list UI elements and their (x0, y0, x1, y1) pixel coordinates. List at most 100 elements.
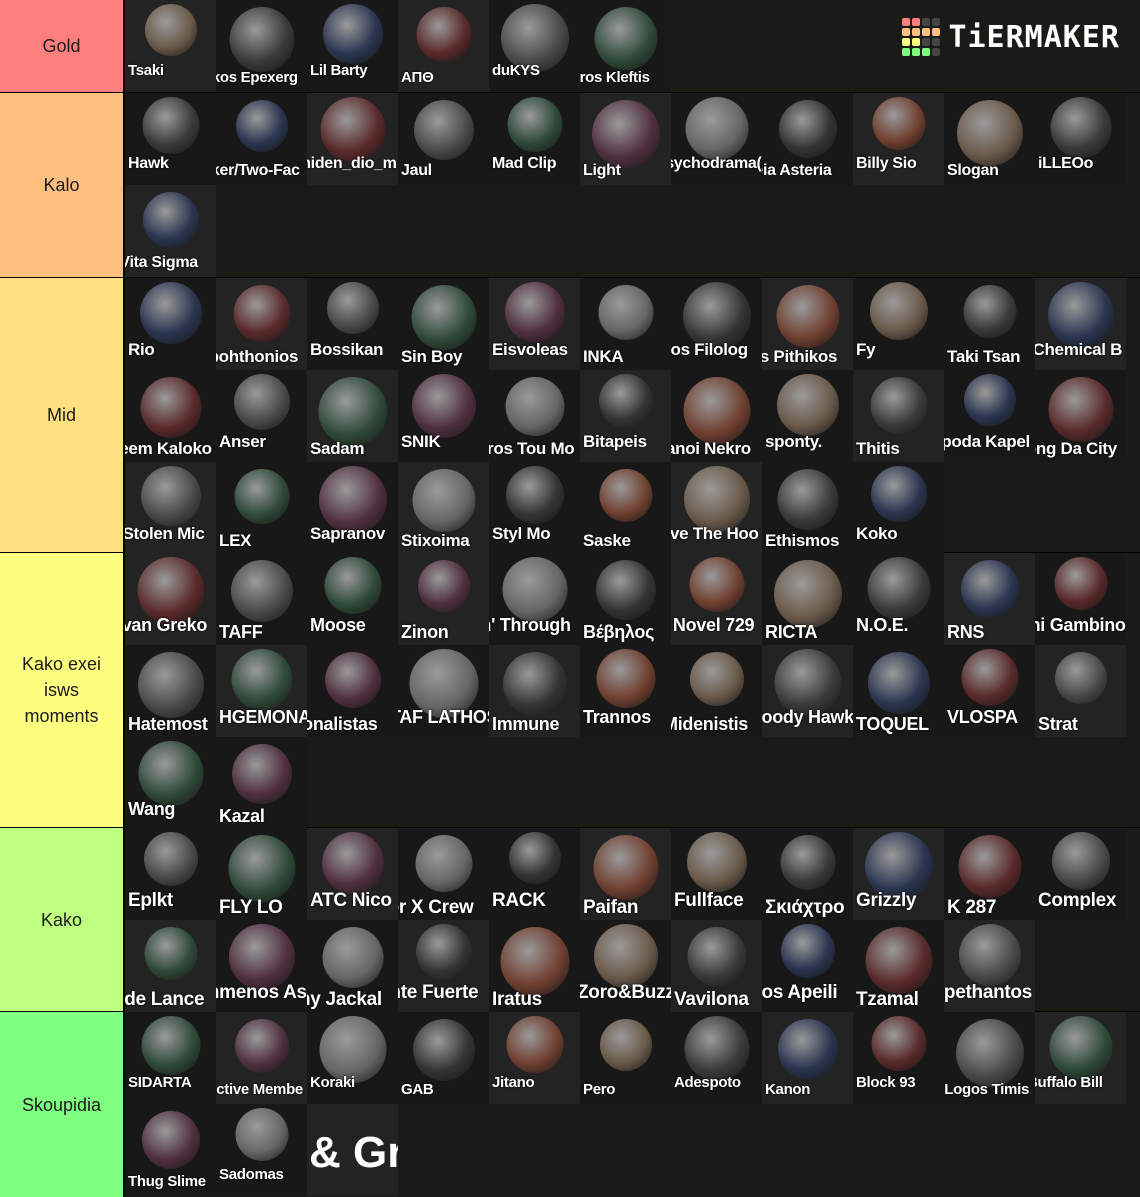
artist-tile[interactable]: Slogan (944, 93, 1035, 185)
artist-tile[interactable]: Rio (125, 278, 216, 370)
artist-tile[interactable]: Saske (580, 462, 671, 554)
artist-tile[interactable]: Stolen Mic (125, 462, 216, 554)
artist-tile[interactable]: TAFF (216, 553, 307, 645)
artist-tile[interactable]: Ethismos (762, 462, 853, 554)
artist-tile[interactable]: egros Tou Mo (489, 370, 580, 462)
artist-tile[interactable]: Thitis (853, 370, 944, 462)
artist-tile[interactable]: Fer de Lance (125, 920, 216, 1012)
artist-tile[interactable]: & Gr (307, 1104, 398, 1196)
artist-tile[interactable]: Novel 729 (671, 553, 762, 645)
artist-tile[interactable]: Thug Slime (125, 1104, 216, 1196)
artist-tile[interactable]: Moose (307, 553, 398, 645)
artist-tile[interactable]: Midenistis (671, 645, 762, 737)
artist-tile[interactable]: ikos Epexerg (216, 0, 307, 92)
artist-tile[interactable]: Lil Barty (307, 0, 398, 92)
artist-tile[interactable]: Sadomas (216, 1104, 307, 1196)
artist-tile[interactable]: Kanon (762, 1012, 853, 1104)
artist-tile[interactable]: Hatemost (125, 645, 216, 737)
artist-tile[interactable]: Dani Gambino (1035, 553, 1126, 645)
tier-label[interactable]: Gold (0, 0, 123, 92)
artist-tile[interactable]: TAF LATHOS (398, 645, 489, 737)
artist-tile[interactable]: Pero (580, 1012, 671, 1104)
artist-tile[interactable]: Zinon (398, 553, 489, 645)
artist-tile[interactable]: Ipohthonios (216, 278, 307, 370)
artist-tile[interactable]: Strat (1035, 645, 1126, 737)
artist-tile[interactable]: Ivan Greko (125, 553, 216, 645)
artist-tile[interactable]: oker/Two-Fac (216, 93, 307, 185)
artist-tile[interactable]: Kazal (216, 737, 307, 829)
artist-tile[interactable]: RICTA (762, 553, 853, 645)
artist-tile[interactable]: Paifan (580, 828, 671, 920)
artist-tile[interactable]: Σκιάχτρο (762, 828, 853, 920)
artist-tile[interactable]: Chemical B (1035, 278, 1126, 370)
tier-label[interactable]: Kako (0, 828, 123, 1011)
artist-tile[interactable]: Buffalo Bill (1035, 1012, 1126, 1104)
tier-label[interactable]: Kalo (0, 93, 123, 277)
artist-tile[interactable]: Trannos (580, 645, 671, 737)
artist-tile[interactable]: Eisvoleas (489, 278, 580, 370)
artist-tile[interactable]: osodos Filolog (671, 278, 762, 370)
artist-tile[interactable]: Bong Da City (1035, 370, 1126, 462)
tier-label[interactable]: Mid (0, 278, 123, 552)
artist-tile[interactable]: VLOSPA (944, 645, 1035, 737)
artist-tile[interactable]: niden_dio_m (307, 93, 398, 185)
artist-tile[interactable]: sychodrama( (671, 93, 762, 185)
artist-tile[interactable]: Koko (853, 462, 944, 554)
artist-tile[interactable]: Bitapeis (580, 370, 671, 462)
artist-tile[interactable]: TOQUEL (853, 645, 944, 737)
artist-tile[interactable]: Jaul (398, 93, 489, 185)
artist-tile[interactable]: Koraki (307, 1012, 398, 1104)
artist-tile[interactable]: Logos Timis (944, 1012, 1035, 1104)
artist-tile[interactable]: Mente Fuerte (398, 920, 489, 1012)
artist-tile[interactable]: Rationalistas (307, 645, 398, 737)
artist-tile[interactable]: Billy Sio (853, 93, 944, 185)
artist-tile[interactable]: Fy (853, 278, 944, 370)
artist-tile[interactable]: Logos Apeili (762, 920, 853, 1012)
artist-tile[interactable]: SIDARTA (125, 1012, 216, 1104)
artist-tile[interactable]: Fi Vita Sigma (125, 185, 216, 277)
artist-tile[interactable]: SNIK (398, 370, 489, 462)
artist-tile[interactable]: Terror X Crew (398, 828, 489, 920)
artist-tile[interactable]: GAB (398, 1012, 489, 1104)
artist-tile[interactable]: Apethantos (944, 920, 1035, 1012)
artist-tile[interactable]: mmenos Ass (216, 920, 307, 1012)
artist-tile[interactable]: LEX (216, 462, 307, 554)
artist-tile[interactable]: RNS (944, 553, 1035, 645)
artist-tile[interactable]: ΑΠΘ (398, 0, 489, 92)
artist-tile[interactable]: K 287 (944, 828, 1035, 920)
artist-tile[interactable]: Immune (489, 645, 580, 737)
artist-tile[interactable]: FLY LO (216, 828, 307, 920)
artist-tile[interactable]: Zoro&Buzz (580, 920, 671, 1012)
artist-tile[interactable]: Voreia Asteria (762, 93, 853, 185)
artist-tile[interactable]: HGEMONA$ (216, 645, 307, 737)
artist-tile[interactable]: Tsaki (125, 0, 216, 92)
artist-tile[interactable]: Fullface (671, 828, 762, 920)
artist-tile[interactable]: ATC Nico (307, 828, 398, 920)
tier-label[interactable]: Kako exei isws moments (0, 553, 123, 827)
artist-tile[interactable]: N.O.E. (853, 553, 944, 645)
artist-tile[interactable]: Mikros Kleftis (580, 0, 671, 92)
artist-tile[interactable]: 12os Pithikos (762, 278, 853, 370)
artist-tile[interactable]: Iratus (489, 920, 580, 1012)
artist-tile[interactable]: Bloody Hawk (762, 645, 853, 737)
artist-tile[interactable]: Vavilona (671, 920, 762, 1012)
artist-tile[interactable]: Goin' Through (489, 553, 580, 645)
artist-tile[interactable]: Mad Clip (489, 93, 580, 185)
artist-tile[interactable]: Adespoto (671, 1012, 762, 1104)
artist-tile[interactable]: Tiny Jackal (307, 920, 398, 1012)
artist-tile[interactable]: Tzamal (853, 920, 944, 1012)
artist-tile[interactable]: ontanoi Nekro (671, 370, 762, 462)
artist-tile[interactable]: sponty. (762, 370, 853, 462)
artist-tile[interactable]: areem Kaloko (125, 370, 216, 462)
artist-tile[interactable]: Sadam (307, 370, 398, 462)
artist-tile[interactable]: Sapranov (307, 462, 398, 554)
artist-tile[interactable]: Βέβηλος (580, 553, 671, 645)
artist-tile[interactable]: Complex (1035, 828, 1126, 920)
artist-tile[interactable]: Block 93 (853, 1012, 944, 1104)
artist-tile[interactable]: iLLEOo (1035, 93, 1126, 185)
artist-tile[interactable]: apoda Kapel (944, 370, 1035, 462)
artist-tile[interactable]: INKA (580, 278, 671, 370)
artist-tile[interactable]: ctive Membe (216, 1012, 307, 1104)
artist-tile[interactable]: Styl Mo (489, 462, 580, 554)
artist-tile[interactable]: bove The Hoo (671, 462, 762, 554)
